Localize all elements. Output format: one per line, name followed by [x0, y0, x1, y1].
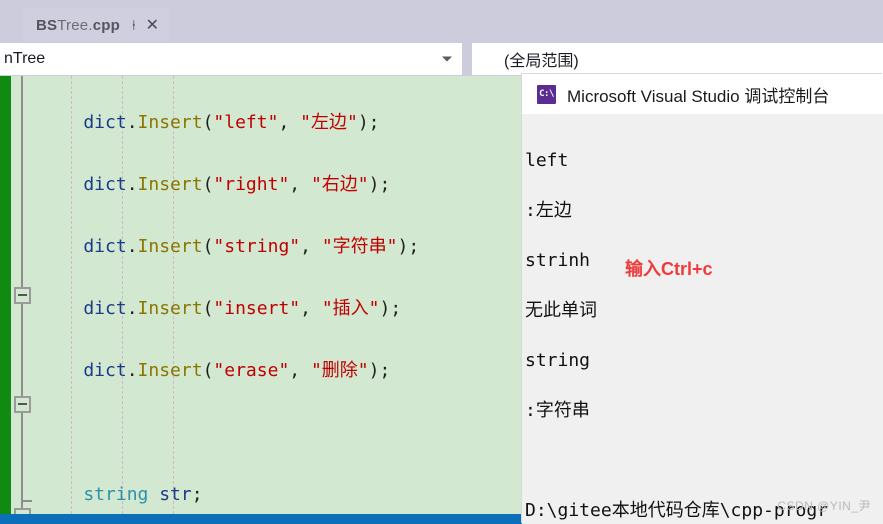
close-icon[interactable]: ✕: [146, 17, 159, 33]
chevron-down-icon[interactable]: [442, 56, 452, 62]
debug-console-window[interactable]: C:\ Microsoft Visual Studio 调试控制台 left :…: [522, 74, 883, 524]
scope-type-dropdown[interactable]: nTree: [0, 43, 462, 75]
console-title-label: Microsoft Visual Studio 调试控制台: [567, 86, 830, 106]
tab-bstree-cpp[interactable]: BSTree.cpp ⍿ ✕: [23, 8, 169, 42]
console-output[interactable]: left :左边 strinh 无此单词 string :字符串 D:\gite…: [522, 114, 883, 524]
console-line: 无此单词: [525, 300, 597, 321]
fold-end-marker: [21, 500, 32, 502]
watermark: CSDN @YIN_尹: [777, 499, 871, 513]
fold-toggle-if[interactable]: [14, 396, 31, 413]
console-cmd-icon: C:\: [537, 84, 556, 104]
console-line: :左边: [525, 200, 572, 221]
annotation-ctrl-c: 输入Ctrl+c: [625, 259, 713, 279]
change-tracking-bar: [0, 76, 11, 514]
scope-member-value: (全局范围): [504, 53, 579, 70]
console-line: left: [525, 150, 569, 171]
screenshot-root: BSTree.cpp ⍿ ✕ nTree (全局范围) dict.Insert(…: [0, 0, 883, 524]
navigation-bar: nTree (全局范围): [0, 42, 883, 76]
scope-type-value: nTree: [4, 50, 46, 67]
pin-icon[interactable]: ⍿: [132, 18, 136, 32]
fold-toggle-while[interactable]: [14, 287, 31, 304]
console-title-bar[interactable]: C:\ Microsoft Visual Studio 调试控制台: [522, 74, 883, 114]
scope-member-dropdown[interactable]: (全局范围): [472, 43, 883, 75]
console-line-blank: [525, 448, 883, 473]
console-line: string: [525, 350, 591, 371]
editor-tab-strip: BSTree.cpp ⍿ ✕: [0, 0, 883, 42]
console-line: :字符串: [525, 400, 590, 421]
tab-label: BSTree.cpp: [36, 16, 120, 34]
